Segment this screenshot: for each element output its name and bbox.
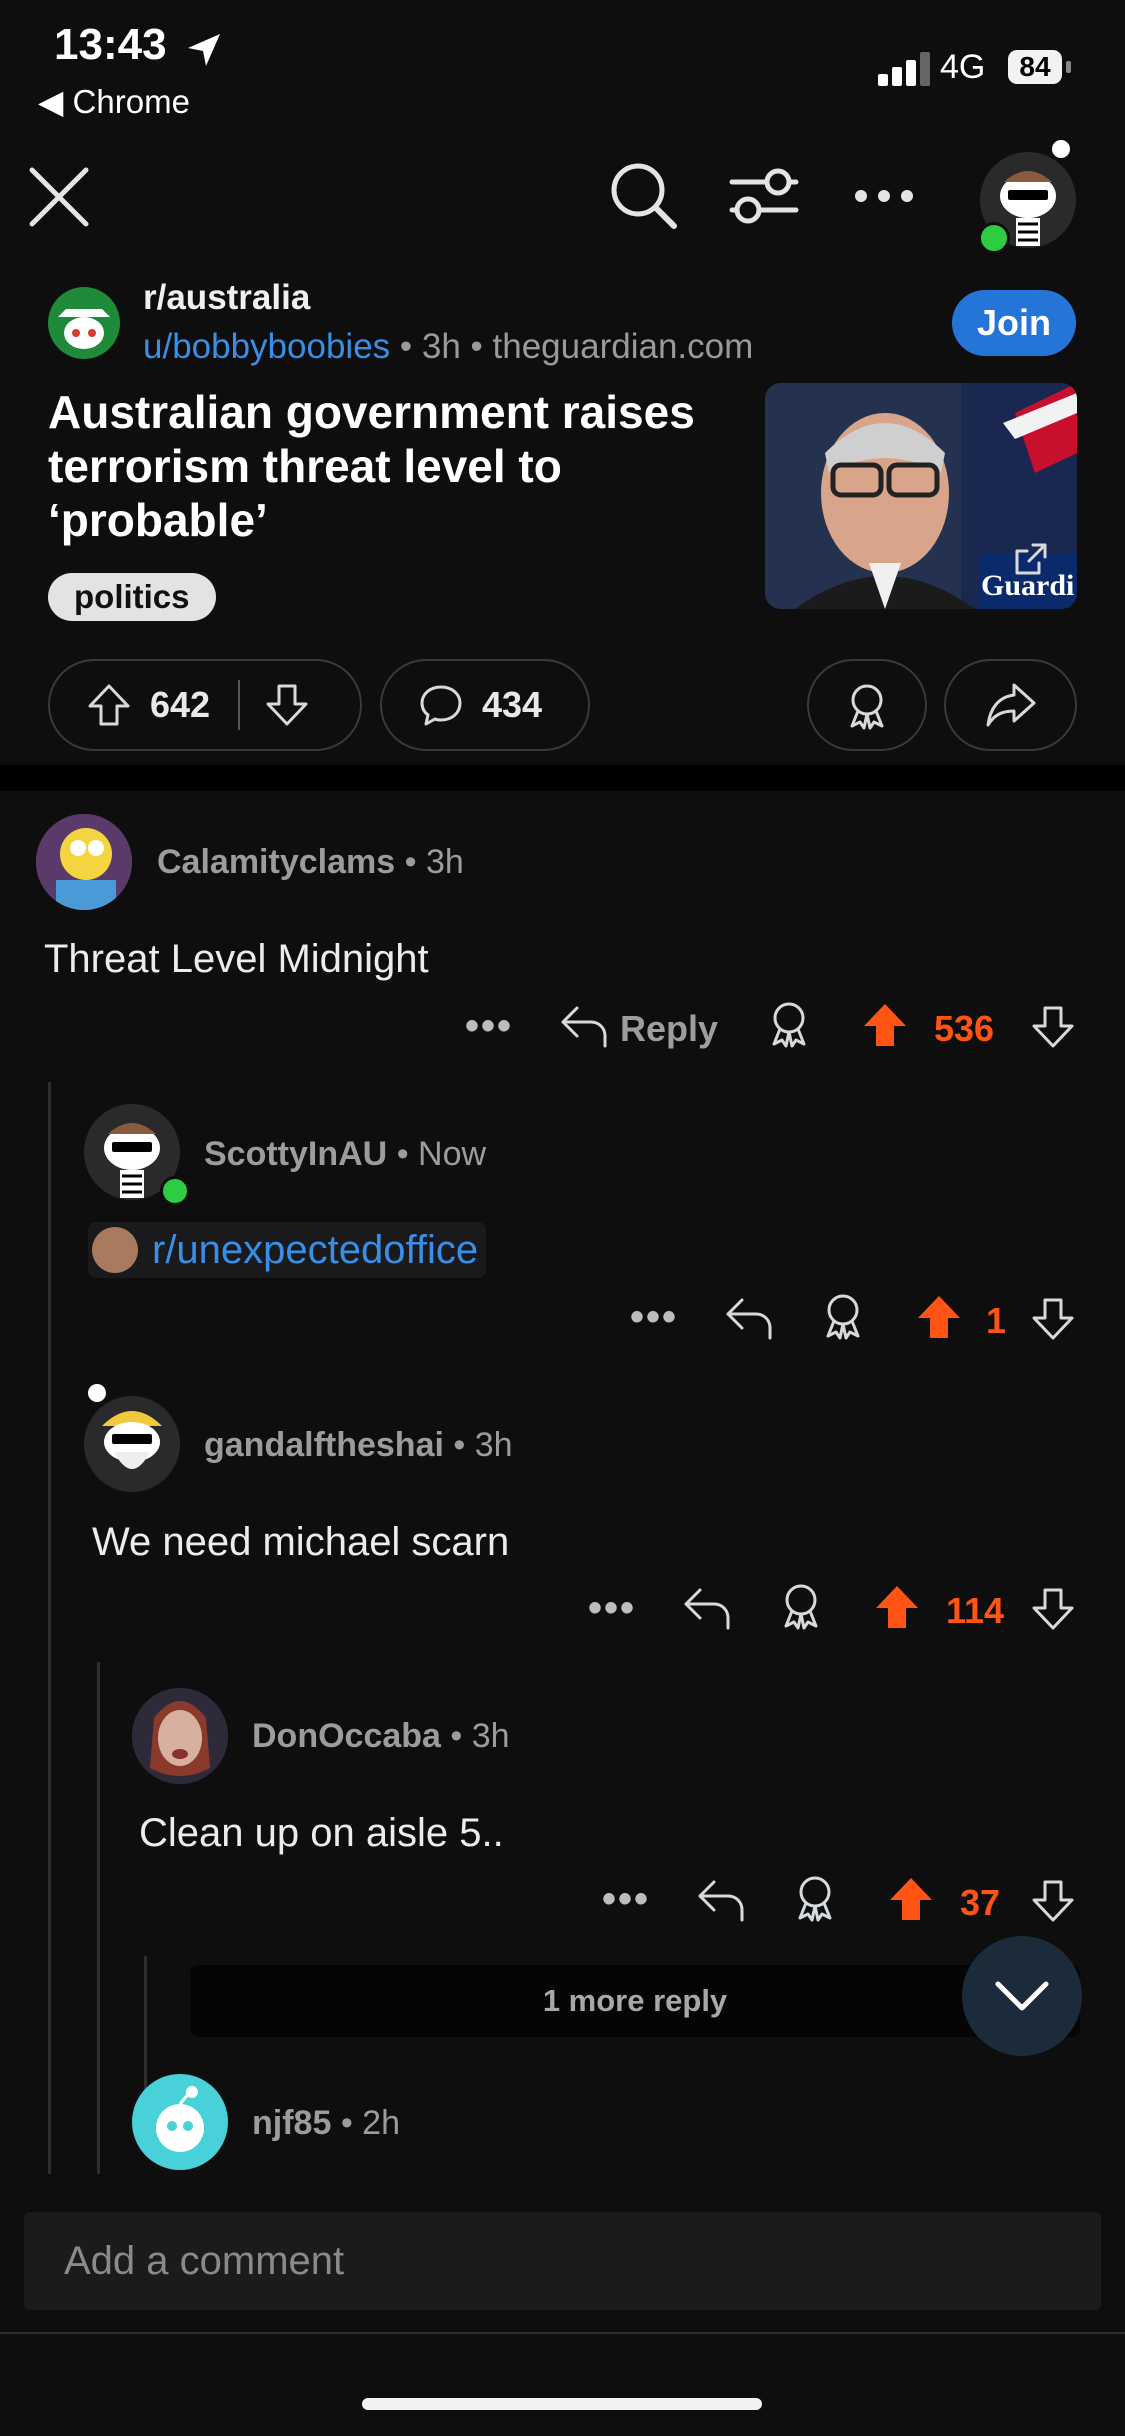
comment-username[interactable]: Calamityclams • 3h (157, 843, 464, 882)
notification-dot (1052, 140, 1070, 158)
comment-time: 3h (471, 1717, 510, 1755)
comment-time: 3h (474, 1426, 513, 1464)
award-icon (850, 684, 884, 730)
subreddit-snoo-icon (58, 309, 110, 349)
reply-icon[interactable] (722, 1294, 774, 1342)
comments-pill[interactable]: 434 (380, 659, 590, 751)
downvote-icon[interactable] (1030, 1296, 1076, 1342)
thread-line-level2[interactable] (97, 1662, 100, 2174)
battery-cap (1066, 61, 1071, 73)
online-status-dot (978, 222, 1010, 254)
comment-avatar-gandalftheshai[interactable] (84, 1396, 180, 1492)
award-icon[interactable] (790, 1872, 840, 1926)
award-icon[interactable] (818, 1290, 868, 1344)
subreddit-link-chip[interactable]: r/unexpectedoffice (88, 1222, 487, 1278)
comment-body: We need michael scarn (92, 1520, 510, 1564)
post-domain[interactable]: theguardian.com (493, 327, 754, 366)
default-snoo-icon (156, 2086, 204, 2152)
thread-line-level3[interactable] (144, 1956, 147, 2096)
reply-button[interactable]: Reply (620, 1008, 718, 1050)
status-time: 13:43 (54, 20, 167, 69)
comment-score: 114 (946, 1590, 1005, 1631)
award-icon[interactable] (764, 998, 814, 1052)
comment-time: 2h (362, 2104, 400, 2142)
signal-bars-icon (878, 52, 930, 86)
post-author[interactable]: u/bobbyboobies (143, 327, 390, 366)
post-time: 3h (421, 327, 461, 366)
comment-username[interactable]: DonOccaba • 3h (252, 1717, 510, 1756)
comment-avatar-calamityclams[interactable] (36, 814, 132, 910)
link-subreddit-icon (92, 1227, 138, 1273)
chevron-down-icon (995, 1981, 1049, 2011)
comment-avatar-njf85[interactable] (132, 2074, 228, 2170)
bottom-divider (0, 2332, 1125, 2334)
downvote-icon[interactable] (1030, 1586, 1076, 1632)
vote-pill: 642 (48, 659, 362, 751)
comment-body: Clean up on aisle 5.. (139, 1811, 504, 1855)
more-replies-button[interactable]: 1 more reply (190, 1965, 1080, 2037)
downvote-icon[interactable] (264, 682, 310, 728)
comment-username[interactable]: njf85 • 2h (252, 2104, 400, 2143)
comment-more-button[interactable]: ••• (630, 1295, 678, 1340)
external-link-icon[interactable] (1011, 539, 1051, 579)
online-status-dot (160, 1176, 190, 1206)
downvote-icon[interactable] (1030, 1004, 1076, 1050)
home-indicator[interactable] (362, 2398, 762, 2410)
award-icon[interactable] (776, 1580, 826, 1634)
upvote-count: 642 (150, 684, 211, 725)
comment-username[interactable]: gandalftheshai • 3h (204, 1426, 513, 1465)
subreddit-name[interactable]: r/australia (143, 278, 310, 318)
comment-more-button[interactable]: ••• (465, 1004, 513, 1049)
reply-icon[interactable] (557, 1002, 609, 1050)
share-button[interactable] (944, 659, 1077, 751)
upvote-active-icon[interactable] (916, 1294, 962, 1340)
upvote-active-icon[interactable] (862, 1002, 908, 1048)
search-icon[interactable] (608, 160, 680, 232)
comment-count: 434 (482, 684, 543, 725)
upvote-active-icon[interactable] (888, 1876, 934, 1922)
comment-body: Threat Level Midnight (44, 937, 429, 981)
add-comment-input[interactable]: Add a comment (24, 2212, 1101, 2310)
network-type: 4G (940, 48, 986, 86)
filter-icon[interactable] (728, 164, 800, 228)
comment-score: 1 (986, 1300, 1007, 1341)
avatar-antenna (88, 1384, 106, 1402)
more-options-icon[interactable] (854, 188, 914, 204)
snoo-avatar-icon (102, 1411, 162, 1469)
post-meta: u/bobbyboobies • 3h • theguardian.com (143, 327, 754, 366)
comment-username[interactable]: ScottyInAU • Now (204, 1135, 486, 1174)
vote-divider (238, 680, 241, 730)
comment-score: 536 (934, 1008, 995, 1049)
post-title[interactable]: Australian government raises terrorism t… (48, 385, 728, 547)
comment-avatar-donoccaba[interactable] (132, 1688, 228, 1784)
award-button[interactable] (807, 659, 927, 751)
share-icon (986, 683, 1035, 727)
comment-more-button[interactable]: ••• (602, 1877, 650, 1922)
comment-bubble-icon (420, 685, 462, 726)
back-to-app-link[interactable]: ◀ Chrome (38, 82, 190, 121)
comment-time: 3h (425, 843, 464, 881)
upvote-icon[interactable] (86, 682, 132, 728)
subreddit-link[interactable]: r/unexpectedoffice (152, 1228, 478, 1273)
jump-to-next-button[interactable] (962, 1936, 1082, 2056)
post-flair[interactable]: politics (48, 573, 216, 621)
comment-score: 37 (960, 1882, 1001, 1923)
avatar-image (36, 814, 132, 910)
comment-time: Now (418, 1135, 487, 1173)
section-separator (0, 765, 1125, 791)
battery-indicator: 84 (1008, 50, 1062, 84)
join-button[interactable]: Join (952, 290, 1076, 356)
post-thumbnail[interactable]: Guardi (765, 383, 1077, 609)
reply-icon[interactable] (680, 1584, 732, 1632)
avatar-image (132, 1688, 228, 1784)
close-icon[interactable] (28, 166, 90, 228)
comment-more-button[interactable]: ••• (588, 1586, 636, 1631)
subreddit-icon[interactable] (48, 287, 120, 359)
location-arrow-icon (188, 34, 220, 66)
downvote-icon[interactable] (1030, 1878, 1076, 1924)
upvote-active-icon[interactable] (874, 1584, 920, 1630)
reply-icon[interactable] (694, 1876, 746, 1924)
thread-line-level1[interactable] (48, 1082, 51, 2174)
